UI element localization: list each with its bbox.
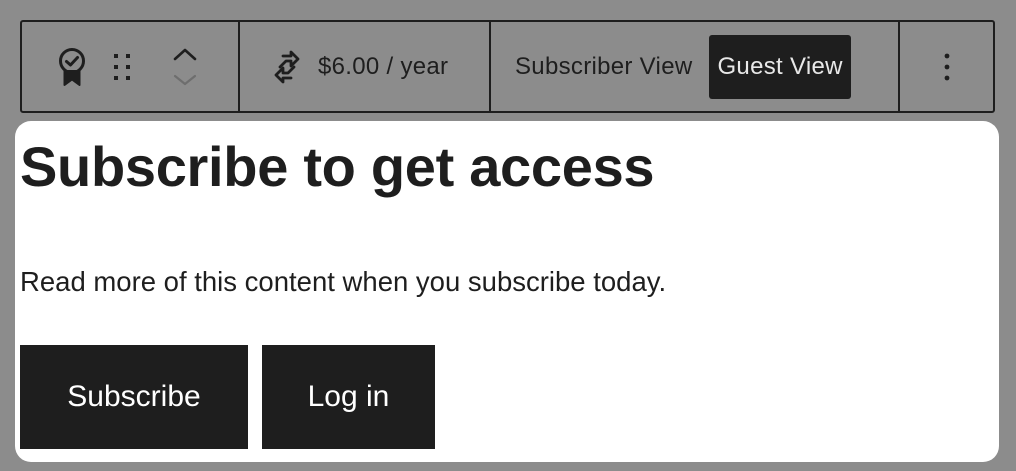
price-plan-button[interactable]: $6.00 / year — [240, 37, 448, 97]
chevron-down-icon — [173, 74, 197, 85]
paywall-description: Read more of this content when you subsc… — [20, 266, 667, 297]
options-group — [900, 22, 993, 111]
move-down-button[interactable] — [170, 67, 200, 93]
block-mover — [170, 41, 200, 93]
paywall-card: Subscribe to get access Read more of thi… — [15, 121, 999, 462]
subscriber-view-button[interactable]: Subscriber View — [507, 35, 700, 99]
price-label: $6.00 / year — [318, 52, 449, 80]
move-up-button[interactable] — [170, 41, 200, 67]
chevron-up-icon — [173, 48, 197, 60]
view-switcher-group: Subscriber View Guest View — [491, 22, 900, 111]
subscribe-button[interactable]: Subscribe — [20, 345, 248, 449]
paywall-heading: Subscribe to get access — [20, 135, 655, 198]
guest-view-button[interactable]: Guest View — [709, 34, 851, 99]
recurring-arrows-icon — [274, 50, 300, 83]
login-button[interactable]: Log in — [262, 345, 435, 449]
more-options-button[interactable] — [927, 37, 967, 97]
block-controls-group — [22, 22, 240, 111]
drag-handle-icon — [114, 53, 130, 80]
award-badge-icon — [59, 47, 85, 86]
drag-handle-button[interactable] — [106, 37, 138, 97]
block-type-button[interactable] — [48, 37, 96, 97]
more-vertical-icon — [944, 53, 949, 80]
block-toolbar: $6.00 / year Subscriber View Guest View — [20, 20, 995, 113]
pricing-group: $6.00 / year — [240, 22, 491, 111]
